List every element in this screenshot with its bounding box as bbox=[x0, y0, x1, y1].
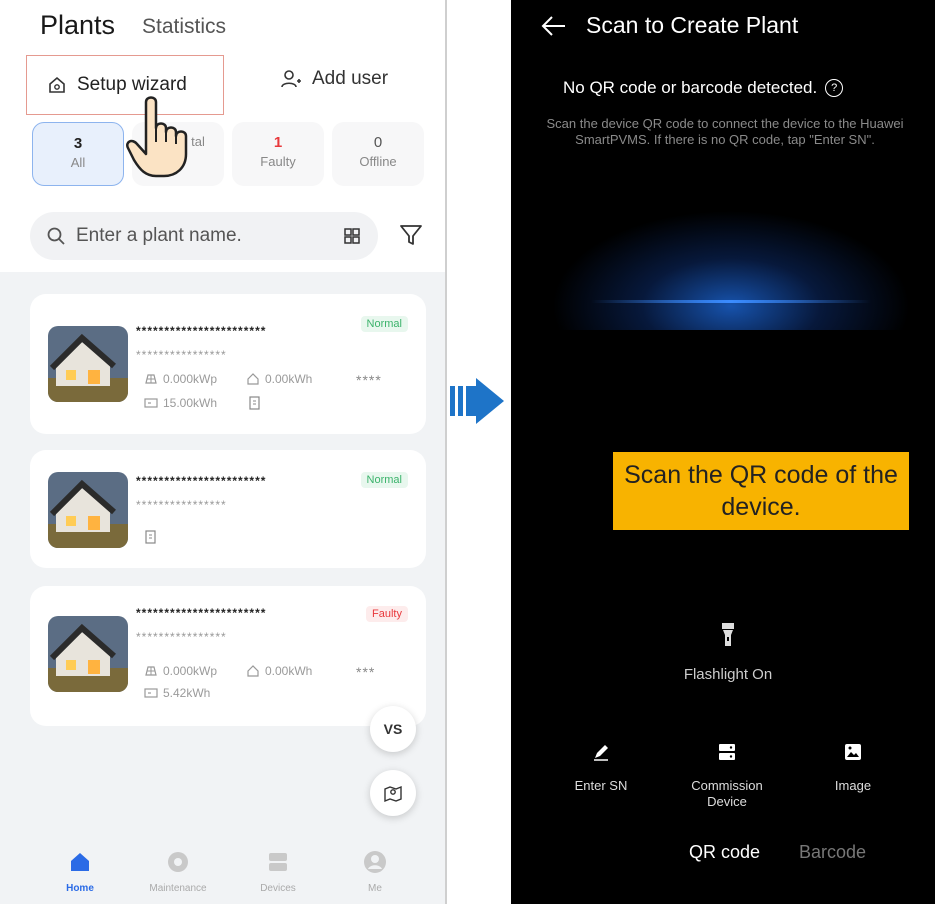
device-icon bbox=[145, 530, 156, 544]
flashlight-label: Flashlight On bbox=[683, 666, 773, 683]
enter-sn-label: Enter SN bbox=[574, 778, 628, 793]
filter-icon[interactable] bbox=[398, 222, 424, 248]
devices-icon bbox=[269, 853, 287, 871]
page-title: Plants bbox=[40, 10, 116, 40]
add-user-label: Add user bbox=[312, 68, 389, 89]
search-icon bbox=[47, 227, 65, 245]
status-badge: Faulty bbox=[366, 606, 408, 622]
flashlight-toggle[interactable]: Flashlight On bbox=[673, 622, 783, 683]
plants-header-area: Plants Statistics Setup wizard Add user … bbox=[0, 0, 445, 272]
filter-offline-label: Offline bbox=[359, 154, 397, 169]
panel-divider bbox=[445, 0, 447, 904]
filter-all-count: 3 bbox=[73, 135, 83, 152]
nav-me-label: Me bbox=[368, 883, 382, 894]
add-user-icon bbox=[281, 70, 301, 88]
next-step-arrow-icon bbox=[450, 378, 504, 424]
home-icon bbox=[71, 853, 89, 871]
filter-faulty-label: Faulty bbox=[260, 154, 296, 169]
scan-description: Scan the device QR code to connect the d… bbox=[546, 116, 904, 147]
scan-screen: Scan to Create Plant No QR code or barco… bbox=[511, 0, 935, 904]
plant-name: *********************** bbox=[136, 324, 267, 338]
scan-status-text: No QR code or barcode detected. bbox=[563, 78, 818, 97]
scan-title: Scan to Create Plant bbox=[586, 12, 799, 38]
image-label: Image bbox=[834, 778, 872, 793]
plant-thumbnail bbox=[48, 326, 128, 402]
maintenance-icon bbox=[168, 852, 188, 872]
total-energy-metric: 5.42kWh bbox=[144, 686, 210, 700]
mode-qr-code[interactable]: QR code bbox=[689, 842, 760, 863]
map-button[interactable] bbox=[370, 770, 416, 816]
plant-address: **************** bbox=[136, 630, 227, 644]
pointing-hand-icon bbox=[126, 96, 188, 178]
plant-card[interactable]: *********************** ****************… bbox=[30, 294, 426, 434]
compare-button[interactable]: VS bbox=[370, 706, 416, 752]
scan-beam-line bbox=[591, 300, 871, 303]
plant-address: **************** bbox=[136, 498, 227, 512]
total-energy-metric: 15.00kWh bbox=[144, 396, 217, 410]
image-icon bbox=[845, 744, 861, 760]
nav-maintenance[interactable]: Maintenance bbox=[133, 850, 223, 894]
solar-panel-icon bbox=[145, 666, 157, 676]
plant-name: *********************** bbox=[136, 474, 267, 488]
server-icon bbox=[719, 744, 735, 760]
battery-icon bbox=[144, 398, 158, 408]
status-badge: Normal bbox=[360, 472, 408, 488]
nav-maintenance-label: Maintenance bbox=[149, 883, 207, 894]
scan-beam-glow bbox=[551, 210, 911, 330]
plants-screen: Plants Statistics Setup wizard Add user … bbox=[0, 0, 445, 904]
nav-devices-label: Devices bbox=[260, 883, 296, 894]
nav-devices[interactable]: Devices bbox=[233, 850, 323, 894]
scan-icon[interactable] bbox=[342, 226, 362, 246]
commission-device-label: Commission Device bbox=[691, 778, 763, 809]
filter-faulty-count: 1 bbox=[273, 134, 283, 151]
scan-status: No QR code or barcode detected. ? bbox=[563, 78, 844, 98]
solar-panel-icon bbox=[145, 374, 157, 384]
add-user-button[interactable]: Add user bbox=[280, 68, 388, 90]
help-icon[interactable]: ? bbox=[825, 79, 844, 97]
filter-offline-count: 0 bbox=[373, 134, 383, 151]
plant-extra: **** bbox=[356, 372, 382, 388]
filter-all-label: All bbox=[70, 155, 86, 170]
search-input[interactable]: Enter a plant name. bbox=[76, 225, 342, 247]
nav-home-label: Home bbox=[66, 883, 94, 894]
battery-icon bbox=[144, 688, 158, 698]
daily-energy-metric: 0.00kWh bbox=[246, 372, 312, 386]
filter-offline[interactable]: 0 Offline bbox=[332, 122, 424, 186]
plant-name: *********************** bbox=[136, 606, 267, 620]
bottom-nav: Home Maintenance Devices Me bbox=[0, 836, 445, 904]
nav-me[interactable]: Me bbox=[330, 850, 420, 894]
filter-all[interactable]: 3 All bbox=[32, 122, 124, 186]
back-arrow-icon[interactable] bbox=[541, 14, 567, 38]
mode-barcode[interactable]: Barcode bbox=[799, 842, 866, 863]
instruction-callout: Scan the QR code of the device. bbox=[613, 452, 909, 530]
plant-search-box[interactable]: Enter a plant name. bbox=[30, 212, 378, 260]
plant-thumbnail bbox=[48, 472, 128, 548]
image-button[interactable]: Image bbox=[813, 742, 893, 794]
home-gear-icon bbox=[49, 76, 65, 93]
setup-wizard-label: Setup wizard bbox=[77, 74, 187, 95]
enter-sn-button[interactable]: Enter SN bbox=[561, 742, 641, 794]
plant-address: **************** bbox=[136, 348, 227, 362]
filter-faulty[interactable]: 1 Faulty bbox=[232, 122, 324, 186]
plant-thumbnail bbox=[48, 616, 128, 692]
energy-house-icon bbox=[247, 665, 259, 677]
capacity-metric: 0.000kWp bbox=[144, 372, 217, 386]
capacity-metric: 0.000kWp bbox=[144, 664, 217, 678]
plant-extra: *** bbox=[356, 664, 376, 680]
device-icon bbox=[249, 396, 260, 410]
commission-device-button[interactable]: Commission Device bbox=[677, 742, 777, 810]
energy-house-icon bbox=[247, 373, 259, 385]
tab-statistics[interactable]: Statistics bbox=[142, 15, 226, 39]
plant-card[interactable]: *********************** ****************… bbox=[30, 586, 426, 726]
nav-home[interactable]: Home bbox=[35, 850, 125, 894]
status-badge: Normal bbox=[360, 316, 408, 332]
pen-icon bbox=[594, 745, 608, 761]
flashlight-icon bbox=[722, 623, 734, 646]
user-icon bbox=[364, 851, 386, 873]
plant-card[interactable]: *********************** ****************… bbox=[30, 450, 426, 568]
daily-energy-metric: 0.00kWh bbox=[246, 664, 312, 678]
map-location-icon bbox=[384, 785, 402, 803]
